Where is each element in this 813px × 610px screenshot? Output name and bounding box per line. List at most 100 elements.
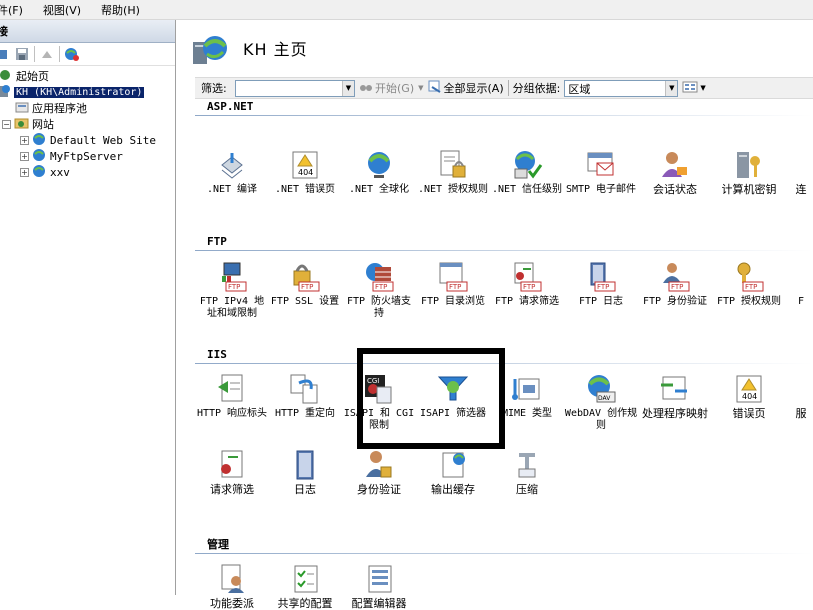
toolbar-separator <box>59 46 60 62</box>
ftp-authorization-key-icon: FTP <box>737 262 764 292</box>
tree-node-start-page[interactable]: 起始页 <box>0 68 51 84</box>
view-grid-icon <box>682 80 698 97</box>
feature-session-state[interactable]: 会话状态 <box>638 149 712 196</box>
start-filter-button[interactable]: 开始(G) <box>359 80 414 96</box>
new-connection-icon[interactable] <box>0 46 10 62</box>
feature-smtp-email[interactable]: SMTP 电子邮件 <box>564 149 638 196</box>
feature-ftp-partial[interactable]: F <box>786 261 813 308</box>
feature-ftp-ssl[interactable]: FTP FTP SSL 设置 <box>268 261 342 308</box>
group-divider <box>195 115 813 116</box>
svg-text:FTP: FTP <box>228 283 240 291</box>
feature-ftp-directory-browsing[interactable]: FTP FTP 目录浏览 <box>416 261 490 308</box>
feature-iis-partial[interactable]: 服 <box>786 373 813 420</box>
handler-mappings-icon <box>661 376 687 400</box>
filter-dropdown-arrow[interactable]: ▼ <box>342 80 354 96</box>
menu-view[interactable]: 视图(V) <box>43 2 87 18</box>
ftp-ssl-lock-icon: FTP <box>293 264 320 292</box>
feature-webdav-authoring-rules[interactable]: DAV WebDAV 创作规则 <box>564 373 638 432</box>
feature-configuration-editor[interactable]: 配置编辑器 <box>342 563 416 610</box>
connections-tree: 起始页 KH (KH\Administrator) 应用程序池 − 网站 + D… <box>0 66 175 179</box>
svg-text:FTP: FTP <box>745 283 757 291</box>
feature-delegation[interactable]: 功能委派 <box>195 563 269 610</box>
tree-node-app-pools[interactable]: 应用程序池 <box>14 100 89 116</box>
feature-output-caching[interactable]: 输出缓存 <box>416 449 490 496</box>
group-by-label: 分组依据: <box>512 82 561 95</box>
expand-toggle[interactable]: + <box>20 135 29 145</box>
feature-machine-key[interactable]: 计算机密钥 <box>712 149 786 196</box>
show-all-button[interactable]: 全部显示(A) <box>428 80 504 97</box>
connections-header: 接 <box>0 20 175 43</box>
feature-error-pages[interactable]: 404 错误页 <box>712 373 786 420</box>
feature-shared-configuration[interactable]: 共享的配置 <box>268 563 342 610</box>
feature-ftp-ip-restrictions[interactable]: FTP FTP IPv4 地址和域限制 <box>195 261 269 320</box>
feature-net-error-pages[interactable]: 404 .NET 错误页 <box>268 149 342 196</box>
ftp-firewall-icon: FTP <box>366 263 394 292</box>
compression-clamp-icon <box>518 453 536 478</box>
svg-text:FTP: FTP <box>301 283 313 291</box>
smtp-email-icon <box>587 152 614 176</box>
error-page-404-icon: 404 <box>292 151 318 179</box>
tree-node-sites[interactable]: − 网站 <box>2 116 56 132</box>
feature-ftp-request-filtering[interactable]: FTP FTP 请求筛选 <box>490 261 564 308</box>
menu-file[interactable]: 件(F) <box>0 2 29 18</box>
auth-rules-icon <box>440 150 466 178</box>
group-by-dropdown-arrow[interactable]: ▼ <box>665 80 678 96</box>
group-title-iis: IIS <box>207 348 227 361</box>
group-by-select[interactable]: 区域 ▼ <box>564 79 679 97</box>
start-page-icon <box>0 68 14 85</box>
shared-configuration-icon <box>294 565 318 593</box>
server-globe-icon <box>193 34 229 69</box>
feature-logging[interactable]: 日志 <box>268 449 342 496</box>
http-redirect-icon <box>290 374 318 404</box>
sites-folder-icon <box>14 116 30 133</box>
feature-net-compilation[interactable]: .NET 编译 <box>195 149 269 196</box>
feature-authentication[interactable]: 身份验证 <box>342 449 416 496</box>
connections-toolbar <box>0 43 175 66</box>
ftp-authentication-icon: FTP <box>663 263 690 292</box>
feature-http-redirect[interactable]: HTTP 重定向 <box>268 373 342 420</box>
connections-pane: 接 起始页 KH (KH\Administrator) 应用程序池 − 网 <box>0 20 176 595</box>
save-icon[interactable] <box>14 46 30 62</box>
expand-toggle[interactable]: + <box>20 167 29 177</box>
tree-node-default-web-site[interactable]: + Default Web Site <box>20 132 158 148</box>
feature-net-trust-levels[interactable]: .NET 信任级别 <box>490 149 564 196</box>
group-title-ftp: FTP <box>207 235 227 248</box>
feature-connection-partial[interactable]: 连 <box>786 149 813 196</box>
up-level-icon[interactable] <box>39 46 55 62</box>
svg-text:FTP: FTP <box>375 283 387 291</box>
toolbar-separator <box>34 46 35 62</box>
start-dropdown-arrow[interactable]: ▼ <box>418 84 423 92</box>
svg-text:FTP: FTP <box>671 283 683 291</box>
connect-globe-icon[interactable] <box>64 46 80 62</box>
feature-handler-mappings[interactable]: 处理程序映射 <box>638 373 712 420</box>
page-header: KH 主页 <box>181 20 813 72</box>
features-pane: KH 主页 筛选: ▼ 开始(G) ▼ 全部显示(A) 分组依据: 区域 ▼ ▼… <box>181 20 813 610</box>
group-divider <box>195 553 813 554</box>
site-globe-icon <box>32 148 48 165</box>
tree-node-xxv[interactable]: + xxv <box>20 164 72 180</box>
collapse-toggle[interactable]: − <box>2 119 11 129</box>
feature-ftp-authorization[interactable]: FTP FTP 授权规则 <box>712 261 786 308</box>
server-icon <box>0 84 14 101</box>
ftp-logging-icon: FTP <box>590 262 616 292</box>
feature-net-globalization[interactable]: .NET 全球化 <box>342 149 416 196</box>
ftp-ip-restrictions-icon: FTP <box>222 262 247 292</box>
menu-help[interactable]: 帮助(H) <box>101 2 146 18</box>
feature-net-authorization[interactable]: .NET 授权规则 <box>416 149 490 196</box>
feature-ftp-authentication[interactable]: FTP FTP 身份验证 <box>638 261 712 308</box>
feature-compression[interactable]: 压缩 <box>490 449 564 496</box>
view-mode-button[interactable]: ▼ <box>682 80 706 97</box>
feature-request-filtering[interactable]: 请求筛选 <box>195 449 269 496</box>
feature-http-response-headers[interactable]: HTTP 响应标头 <box>195 373 269 420</box>
feature-ftp-firewall[interactable]: FTP FTP 防火墙支持 <box>342 261 416 320</box>
authentication-user-lock-icon <box>366 451 392 478</box>
tree-node-myftpserver[interactable]: + MyFtpServer <box>20 148 125 164</box>
ftp-directory-browsing-icon: FTP <box>439 262 468 292</box>
show-all-icon <box>428 80 442 97</box>
tree-node-server[interactable]: KH (KH\Administrator) <box>0 84 145 101</box>
trust-globe-icon <box>514 151 543 179</box>
expand-toggle[interactable]: + <box>20 151 29 161</box>
svg-text:FTP: FTP <box>523 283 535 291</box>
feature-ftp-logging[interactable]: FTP FTP 日志 <box>564 261 638 308</box>
filter-input[interactable]: ▼ <box>235 79 355 97</box>
